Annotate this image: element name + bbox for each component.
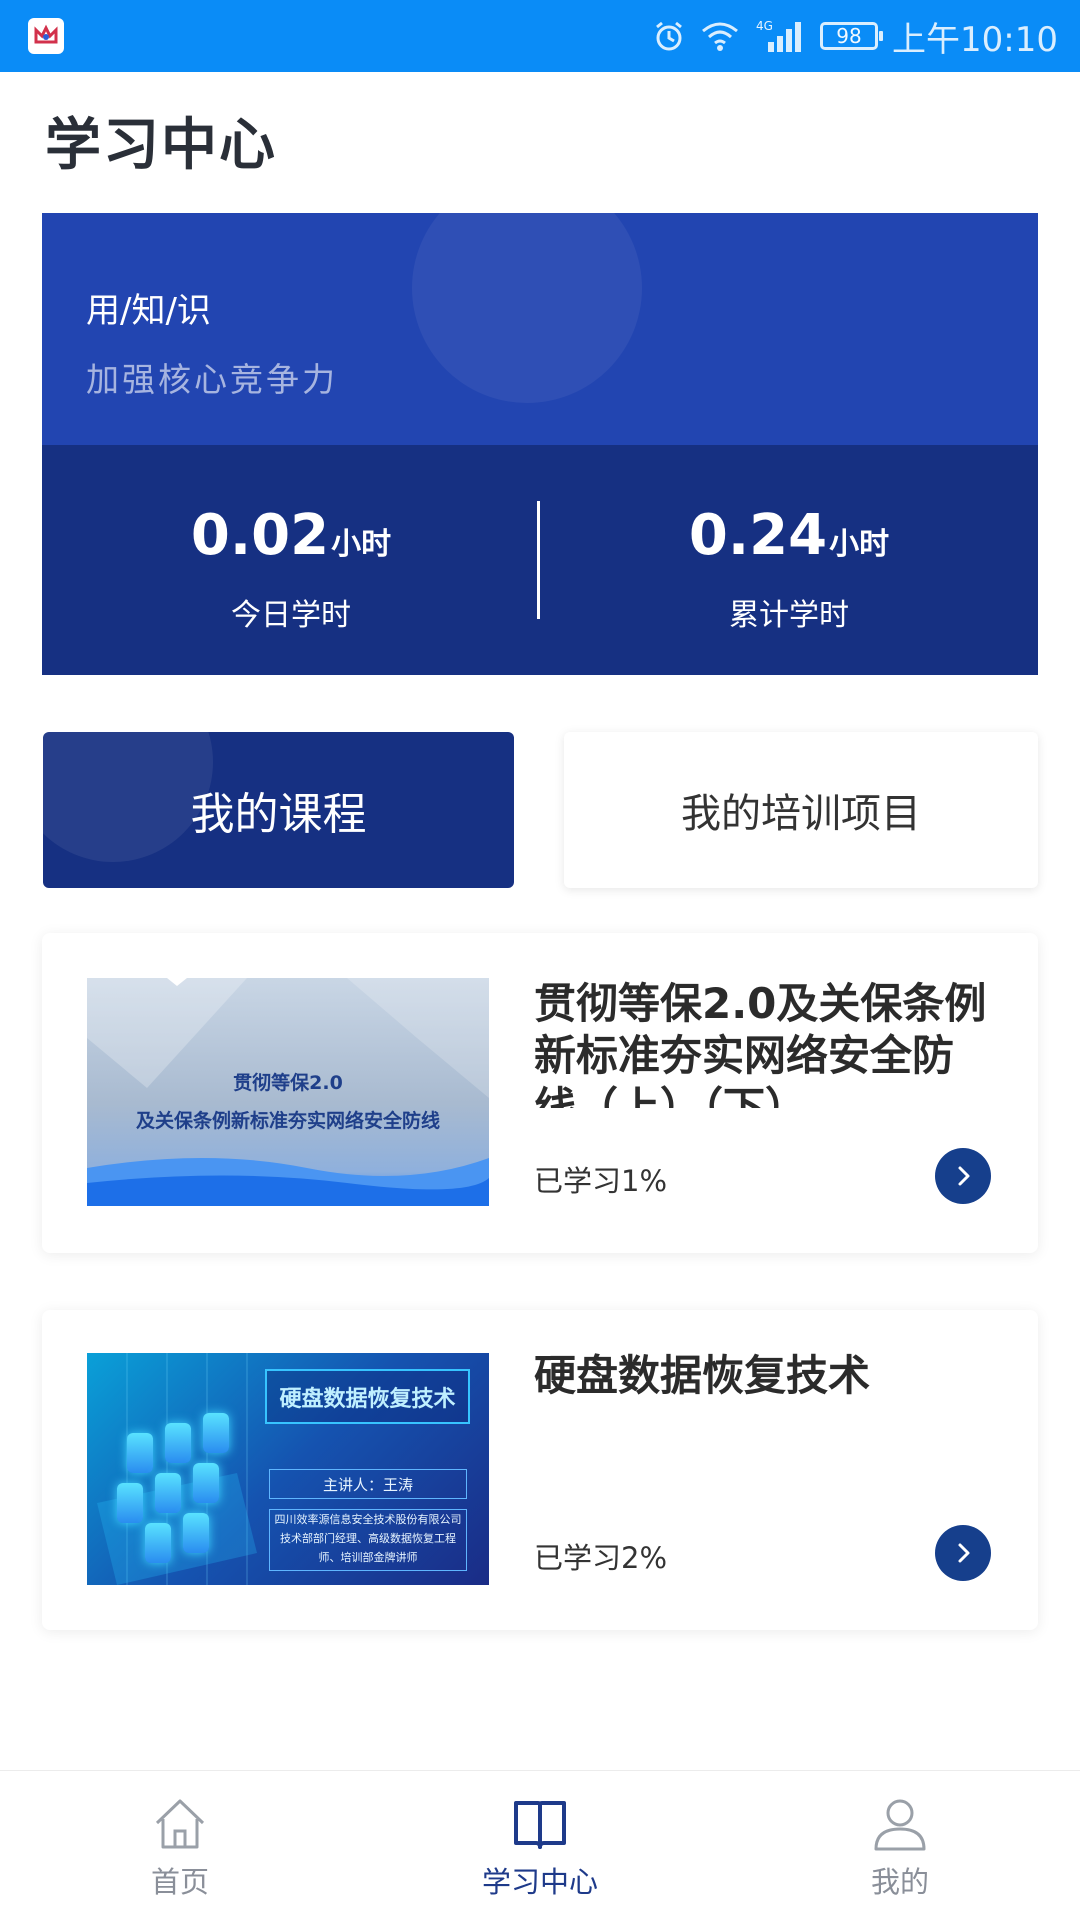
- tab-my-courses-label: 我的课程: [190, 789, 367, 840]
- study-stats-banner: 用/知/识 加强核心竞争力 0.02小时 今日学时 0.24小时 累计学时: [42, 213, 1038, 675]
- nav-home-label: 首页: [150, 1865, 209, 1899]
- banner-motto: 用/知/识: [86, 291, 211, 331]
- course-title[interactable]: 贯彻等保2.0及关保条例新标准夯实网络安全防线（上）（下）: [534, 978, 994, 1108]
- clock: 上午10:10: [892, 19, 1058, 60]
- total-study-hours: 0.24小时 累计学时: [540, 503, 1038, 634]
- server-graphic: [145, 1523, 171, 1563]
- nav-learning-label: 学习中心: [481, 1865, 598, 1899]
- tab-my-training-label: 我的培训项目: [681, 791, 921, 837]
- bottom-navigation: 首页 学习中心 我的: [0, 1770, 1080, 1920]
- server-graphic: [203, 1413, 229, 1453]
- nav-learning-center[interactable]: 学习中心: [420, 1771, 660, 1921]
- user-icon: [871, 1795, 929, 1853]
- nav-home[interactable]: 首页: [60, 1771, 300, 1921]
- app-notification-icon: [28, 18, 64, 54]
- server-graphic: [193, 1463, 219, 1503]
- server-graphic: [117, 1483, 143, 1523]
- nav-mine-label: 我的: [870, 1865, 929, 1899]
- open-course-button[interactable]: [935, 1525, 991, 1581]
- battery-icon: 98: [820, 22, 884, 50]
- alarm-icon: [652, 19, 686, 53]
- today-study-hours: 0.02小时 今日学时: [42, 503, 540, 634]
- course-title[interactable]: 硬盘数据恢复技术: [534, 1350, 994, 1402]
- course-progress: 已学习2%: [534, 1541, 668, 1575]
- banner-decoration: [412, 213, 642, 403]
- total-hours-label: 累计学时: [729, 598, 849, 633]
- total-hours-unit: 小时: [829, 527, 890, 562]
- tab-my-courses[interactable]: 我的课程: [43, 732, 514, 888]
- status-bar: 4G 98 上午10:10: [0, 0, 1080, 72]
- today-hours-unit: 小时: [331, 527, 392, 562]
- chevron-right-icon: [958, 1166, 970, 1186]
- thumbnail-title: 贯彻等保2.0: [233, 1072, 343, 1094]
- nav-mine[interactable]: 我的: [780, 1771, 1020, 1921]
- network-type: 4G: [756, 19, 773, 33]
- course-progress: 已学习1%: [534, 1164, 668, 1198]
- today-hours-label: 今日学时: [231, 598, 351, 633]
- thumbnail-description: 四川效率源信息安全技术股份有限公司技术部部门经理、高级数据恢复工程师、培训部金牌…: [269, 1509, 467, 1571]
- server-graphic: [155, 1473, 181, 1513]
- course-thumbnail[interactable]: 贯彻等保2.0 及关保条例新标准夯实网络安全防线: [87, 978, 489, 1206]
- course-thumbnail[interactable]: 硬盘数据恢复技术 主讲人：王涛 四川效率源信息安全技术股份有限公司技术部部门经理…: [87, 1353, 489, 1585]
- thumbnail-lecturer: 主讲人：王涛: [269, 1469, 467, 1499]
- thumbnail-subtitle: 及关保条例新标准夯实网络安全防线: [135, 1110, 440, 1132]
- chevron-right-icon: [958, 1543, 970, 1563]
- status-indicators: 4G 98 上午10:10: [652, 12, 1058, 61]
- signal-icon: 4G: [754, 18, 806, 54]
- server-graphic: [127, 1433, 153, 1473]
- course-card[interactable]: 硬盘数据恢复技术 主讲人：王涛 四川效率源信息安全技术股份有限公司技术部部门经理…: [42, 1310, 1038, 1630]
- open-course-button[interactable]: [935, 1148, 991, 1204]
- book-icon: [511, 1795, 569, 1853]
- server-graphic: [165, 1423, 191, 1463]
- course-card[interactable]: 贯彻等保2.0 及关保条例新标准夯实网络安全防线 贯彻等保2.0及关保条例新标准…: [42, 933, 1038, 1253]
- wifi-icon: [700, 19, 740, 53]
- tab-decoration: [43, 732, 213, 862]
- home-icon: [151, 1795, 209, 1853]
- server-graphic: [183, 1513, 209, 1553]
- banner-slogan: 加强核心竞争力: [86, 360, 338, 399]
- study-hours-panel: 0.02小时 今日学时 0.24小时 累计学时: [42, 445, 1038, 675]
- tab-my-training[interactable]: 我的培训项目: [564, 732, 1038, 888]
- page-title: 学习中心: [45, 113, 277, 178]
- banner-header: 用/知/识 加强核心竞争力: [42, 213, 1038, 445]
- thumbnail-title: 硬盘数据恢复技术: [265, 1369, 470, 1424]
- today-hours-value: 0.02: [190, 503, 330, 568]
- total-hours-value: 0.24: [688, 503, 828, 568]
